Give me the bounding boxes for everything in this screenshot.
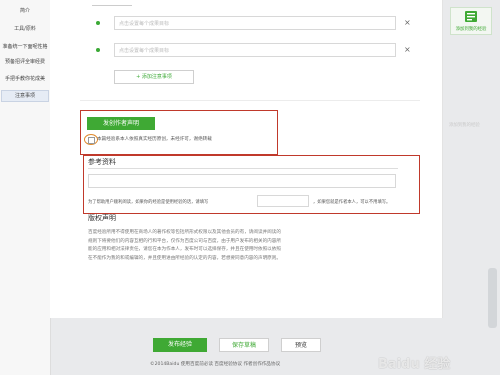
bullet-icon <box>96 48 100 52</box>
footer-links[interactable]: ©2014Baidu 使用百度前必读 百度经验协议 作者创作作品协议 <box>150 361 280 367</box>
sidebar-item-step3[interactable]: 手把手教你花成美 <box>0 75 50 82</box>
baidu-watermark: Baidu 经验 <box>378 357 451 372</box>
document-icon <box>465 11 477 22</box>
form-panel: 点击设置每个成果目标 × 点击设置每个成果目标 × + 添加注意事项 发创作者声… <box>50 0 443 318</box>
sidebar-item-intro[interactable]: 简介 <box>0 7 50 14</box>
divider <box>80 100 420 101</box>
preview-button[interactable]: 预览 <box>281 338 321 352</box>
publish-button[interactable]: 发布经验 <box>153 338 207 352</box>
reference-note-suffix: ，如果您就是作者本人，可以不用填写。 <box>313 200 391 205</box>
close-icon[interactable]: × <box>404 18 411 27</box>
checkbox-label: 本篇经验系本人依照真实经历原创，未经许可，谢绝转载 <box>97 137 212 142</box>
save-draft-button[interactable]: 保存草稿 <box>219 338 269 352</box>
author-declaration-button[interactable]: 发创作者声明 <box>87 117 155 130</box>
notes-field-2[interactable]: 点击设置每个成果目标 <box>114 43 396 57</box>
add-to-my-experience-widget[interactable]: 添加到我的经验 <box>450 7 492 35</box>
sidebar-item-tools[interactable]: 工具/原料 <box>0 25 50 32</box>
widget-label: 添加到我的经验 <box>455 27 487 32</box>
faint-sidebar-text: 添加到我的经验 <box>449 123 480 128</box>
sidebar-item-step2[interactable]: 预备招评全审经费 <box>0 58 50 65</box>
add-note-button[interactable]: + 添加注意事项 <box>114 70 194 84</box>
copyright-title: 版权声明 <box>88 214 116 222</box>
reference-source-input[interactable] <box>257 195 309 207</box>
copyright-text: 百度经验所用不得使用在商场人的著作权等包括所形式权限以及其他会员的有，请阅读并阅… <box>88 230 281 261</box>
close-icon[interactable]: × <box>404 45 411 54</box>
reference-input[interactable] <box>88 174 396 188</box>
reference-note: 为了帮助用户顺利阅读，如果你的经验是使用经验的话，请填写 <box>88 200 209 205</box>
original-checkbox[interactable] <box>88 137 95 144</box>
sidebar-item-step1[interactable]: 准备统一下面呢性格 <box>0 43 50 50</box>
section-header-remnant <box>92 0 132 6</box>
sidebar-nav: 简介 工具/原料 准备统一下面呢性格 预备招评全审经费 手把手教你花成美 注意事… <box>0 0 51 375</box>
scrollbar-thumb[interactable] <box>488 268 497 328</box>
bullet-icon <box>96 21 100 25</box>
sidebar-item-notes[interactable]: 注意事项 <box>1 90 49 102</box>
notes-field-1[interactable]: 点击设置每个成果目标 <box>114 16 396 30</box>
